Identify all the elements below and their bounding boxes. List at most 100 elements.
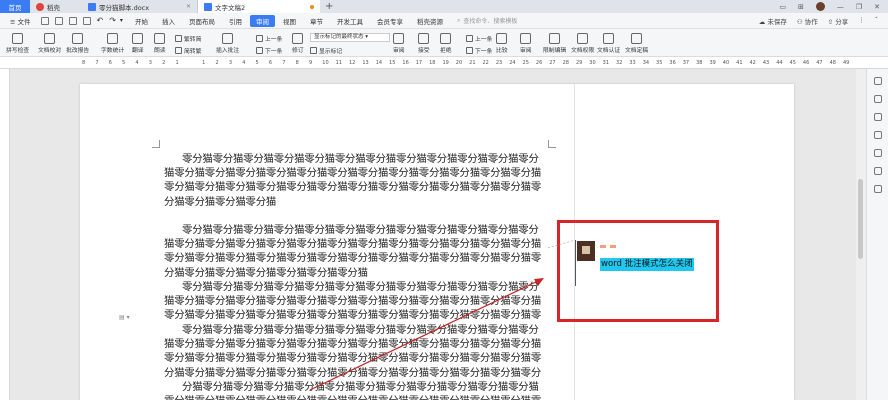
avatar[interactable] <box>815 2 825 11</box>
review-label: 审阅 <box>520 48 532 54</box>
ruler-tick-label: 3 <box>228 60 233 66</box>
doc-finalize-button[interactable]: 文档定稿 <box>625 33 648 54</box>
menu-references[interactable]: 引用 <box>223 15 248 27</box>
word-count-icon <box>107 33 119 44</box>
compare-button[interactable]: 比较 <box>496 33 508 54</box>
doc-certify-button[interactable]: 文档认证 <box>597 33 620 54</box>
print-icon[interactable] <box>68 16 77 25</box>
paper-check-button[interactable]: 批改报告 <box>66 33 89 54</box>
reject-button[interactable]: 拒绝 <box>440 33 452 54</box>
insert-comment-button[interactable]: 插入批注 <box>216 33 239 54</box>
markup-display-select[interactable]: 显示标记的最终状态 ▾ <box>310 33 390 42</box>
spell-check-button[interactable]: 拼写检查 <box>6 33 29 54</box>
simp-to-trad-button[interactable]: 简转繁 <box>175 46 201 55</box>
prev-comment-button[interactable]: 上一条 <box>256 34 282 43</box>
minimize-icon[interactable]: — <box>837 3 844 11</box>
ruler-tick-label: 8 <box>295 60 299 66</box>
ruler-tick-label: 12 <box>349 60 356 66</box>
trad-to-simp-button[interactable]: 繁转简 <box>175 34 201 43</box>
review-button[interactable]: 审阅 <box>520 33 532 54</box>
paragraph[interactable]: 零分猫零分猫零分猫零分猫零分猫零分猫零分猫零分猫零分猫零分猫零分猫零分猫零分猫零… <box>164 223 548 280</box>
paragraph[interactable]: 零分猫零分猫零分猫零分猫零分猫零分猫零分猫零分猫零分猫零分猫零分猫零分猫零分猫零… <box>164 152 548 209</box>
open-icon[interactable] <box>54 16 63 25</box>
undo-icon[interactable]: ↶ <box>95 16 106 25</box>
ruler-tick-label: 48 <box>829 60 836 66</box>
collapse-icon[interactable]: ˆ <box>875 16 878 26</box>
command-search[interactable]: ⌕ 查找命令、搜索模板 <box>456 16 517 26</box>
vertical-ruler[interactable] <box>0 69 10 400</box>
style-icon[interactable] <box>874 95 882 103</box>
scroll-thumb[interactable] <box>858 179 863 259</box>
ruler-tick-label: 44 <box>776 60 783 66</box>
more-icon[interactable]: ⋮ <box>858 16 865 26</box>
ruler-tick-label: 5 <box>122 60 126 66</box>
accept-button[interactable]: 接受 <box>418 33 430 54</box>
shape-icon[interactable] <box>874 149 882 157</box>
ruler-tick-label: 7 <box>282 60 286 66</box>
next-comment-icon <box>256 47 263 54</box>
translate-button[interactable]: 翻译 <box>132 33 144 54</box>
search-icon: ⌕ <box>456 16 461 24</box>
unsaved-label: 未保存 <box>767 17 787 26</box>
review-pane-button[interactable]: 审阅 <box>393 33 405 54</box>
menu-review[interactable]: 审阅 <box>249 14 275 27</box>
menu-file[interactable]: ≡ 文件 <box>4 15 37 27</box>
ruler-tick-label: 7 <box>95 60 99 66</box>
redo-icon[interactable]: ↷ <box>107 16 118 25</box>
menu-home[interactable]: 开始 <box>129 15 154 27</box>
paragraph[interactable]: 分猫零分猫零分猫零分猫零分猫零分猫零分猫零分猫零分猫零分猫零分猫零分猫零分猫零分… <box>164 380 548 400</box>
horizontal-ruler[interactable]: 8 7 6 5 4 3 2 1 1 2 3 4 5 6 7 8 9 10 11 12 13 14 15 16 17 18 19 20 2… <box>0 57 888 69</box>
new-tab-button[interactable]: + <box>320 1 338 12</box>
layout-icon[interactable]: ▭ <box>779 3 786 11</box>
preview-icon[interactable] <box>82 16 91 25</box>
paragraph[interactable]: 零分猫零分猫零分猫零分猫零分猫零分猫零分猫零分猫零分猫零分猫零分猫零分猫零分猫零… <box>164 323 548 380</box>
menu-section[interactable]: 章节 <box>304 15 329 27</box>
apps-icon[interactable]: ⊞ <box>798 3 804 11</box>
tab-file1[interactable]: 零分猫脚本.docx ✕ <box>82 0 198 13</box>
dropdown-icon[interactable]: ▾ <box>120 17 127 24</box>
paragraph[interactable]: 零分猫零分猫零分猫零分猫零分猫零分猫零分猫零分猫零分猫零分猫零分猫零分猫零分猫零… <box>164 280 548 323</box>
prev-change-button[interactable]: 上一条 <box>466 34 492 43</box>
select-icon[interactable] <box>874 113 882 121</box>
paragraph-menu-icon[interactable]: ▤ ▾ <box>119 314 130 321</box>
ruler-tick-label: 42 <box>749 60 756 66</box>
menu-developer[interactable]: 开发工具 <box>331 15 369 27</box>
menu-layout[interactable]: 页面布局 <box>183 15 221 27</box>
compare-label: 比较 <box>496 48 508 54</box>
menu-docer[interactable]: 稻壳资源 <box>411 15 449 27</box>
ruler-tick-label: 39 <box>709 60 716 66</box>
show-markup-label: 显示标记 <box>319 49 343 55</box>
restore-icon[interactable]: ❐ <box>856 3 862 11</box>
tab-docs[interactable]: 稻壳 <box>30 0 82 13</box>
backup-icon[interactable] <box>874 185 882 193</box>
show-markup-button[interactable]: 显示标记 <box>310 46 342 55</box>
menu-view[interactable]: 视图 <box>277 15 302 27</box>
tab-home[interactable]: 首页 <box>0 0 30 13</box>
close-icon[interactable]: ✕ <box>186 3 191 10</box>
limit-edit-button[interactable]: 限制编辑 <box>543 33 566 54</box>
menu-insert[interactable]: 插入 <box>156 15 181 27</box>
review-pane-icon <box>393 33 405 44</box>
tab-file2[interactable]: 文字文稿2 <box>198 0 320 13</box>
settings-sliders-icon[interactable] <box>874 131 882 139</box>
next-comment-button[interactable]: 下一条 <box>256 46 282 55</box>
close-window-icon[interactable]: ✕ <box>874 3 880 11</box>
word-count-button[interactable]: 字数统计 <box>101 33 124 54</box>
doc-proof-button[interactable]: 文档校对 <box>38 33 61 54</box>
read-aloud-button[interactable]: 朗读 <box>154 33 166 54</box>
share-button[interactable]: ⇧ 分享 <box>828 16 849 26</box>
convert-icon <box>175 35 182 42</box>
sidebar-toggle-icon[interactable] <box>874 77 882 85</box>
ruler-tick-label: 26 <box>535 60 543 66</box>
location-icon[interactable] <box>874 167 882 175</box>
menu-member[interactable]: 会员专享 <box>371 15 409 27</box>
ruler-tick-label: 24 <box>509 60 516 66</box>
collab-button[interactable]: ⚇ 协作 <box>797 16 818 26</box>
doc-permission-button[interactable]: 文档权限 <box>571 33 594 54</box>
next-change-button[interactable]: 下一条 <box>466 46 492 55</box>
track-changes-button[interactable]: 修订 <box>292 33 304 54</box>
vertical-scrollbar[interactable] <box>856 69 866 400</box>
doc-proof-icon <box>44 33 56 44</box>
unsaved-button[interactable]: ☁ 未保存 <box>759 16 787 26</box>
save-icon[interactable] <box>40 16 49 25</box>
